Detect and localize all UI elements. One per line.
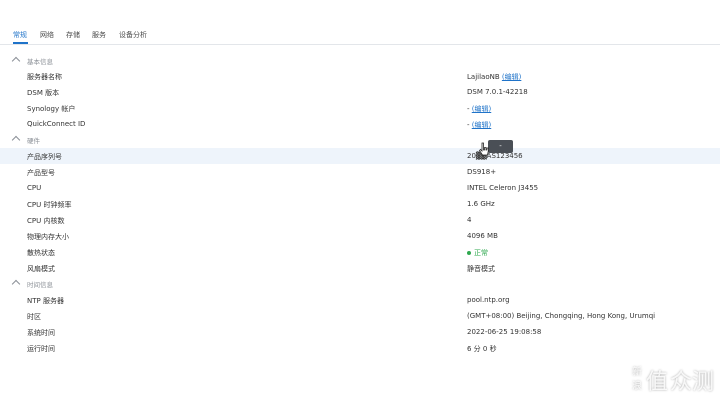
quickconnect-value: - xyxy=(467,121,470,129)
row-value: 20▓▓AS123456 xyxy=(467,152,523,160)
row-label: NTP 服务器 xyxy=(27,297,64,305)
watermark-char: 浪 xyxy=(632,381,642,392)
server-name-value: LajilaoNB xyxy=(467,73,500,81)
row-value: 4096 MB xyxy=(467,232,498,240)
section-title: 基本信息 xyxy=(27,58,53,66)
status-ok-icon xyxy=(467,251,471,255)
info-row-uptime: 运行时间 6 分 0 秒 xyxy=(0,340,720,356)
row-label: 时区 xyxy=(27,313,41,321)
info-row-cpu-clock: CPU 时钟频率 1.6 GHz xyxy=(0,196,720,212)
watermark-char: 新 xyxy=(632,367,642,378)
info-row-cpu-cores: CPU 内核数 4 xyxy=(0,212,720,228)
tab-general[interactable]: 常规 xyxy=(13,30,27,40)
row-label: 散热状态 xyxy=(27,249,55,257)
info-row-thermal: 散热状态 正常 xyxy=(0,244,720,260)
info-row-serial: 产品序列号 20▓▓AS123456 xyxy=(0,148,720,164)
chevron-up-icon xyxy=(11,135,21,145)
row-value: 1.6 GHz xyxy=(467,200,495,208)
edit-server-name-link[interactable]: (编辑) xyxy=(502,73,521,81)
tab-services[interactable]: 服务 xyxy=(92,30,106,40)
info-row-system-time: 系统时间 2022-06-25 19:08:58 xyxy=(0,324,720,340)
row-value: LajilaoNB (编辑) xyxy=(467,72,521,82)
row-label: DSM 版本 xyxy=(27,89,60,97)
row-value: 正常 xyxy=(467,248,488,258)
row-value: 静音模式 xyxy=(467,265,495,273)
info-row-dsm-version: DSM 版本 DSM 7.0.1-42218 xyxy=(0,84,720,100)
row-value: - (编辑) xyxy=(467,104,491,114)
row-label: 物理内存大小 xyxy=(27,233,69,241)
hand-cursor-icon xyxy=(478,142,489,156)
row-label: QuickConnect ID xyxy=(27,120,86,128)
tab-bar: 常规 网络 存储 服务 设备分析 xyxy=(0,26,720,45)
row-label: 运行时间 xyxy=(27,345,55,353)
row-value: DS918+ xyxy=(467,168,497,176)
row-value: 4 xyxy=(467,216,472,224)
account-value: - xyxy=(467,105,470,113)
info-row-cpu: CPU INTEL Celeron J3455 xyxy=(0,180,720,196)
watermark-logo: 新 浪 值 众测 xyxy=(632,362,716,402)
section-title: 时间信息 xyxy=(27,281,53,289)
edit-quickconnect-link[interactable]: (编辑) xyxy=(472,121,491,129)
row-label: CPU 内核数 xyxy=(27,217,65,225)
row-value: DSM 7.0.1-42218 xyxy=(467,88,528,96)
active-tab-indicator xyxy=(13,42,28,44)
row-label: 产品序列号 xyxy=(27,153,62,161)
row-value: pool.ntp.org xyxy=(467,296,510,304)
edit-account-link[interactable]: (编辑) xyxy=(472,105,491,113)
row-value: (GMT+08:00) Beijing, Chongqing, Hong Kon… xyxy=(467,312,656,320)
tab-network[interactable]: 网络 xyxy=(40,30,54,40)
row-value: - (编辑) xyxy=(467,120,491,130)
row-label: 风扇模式 xyxy=(27,265,55,273)
row-label: 系统时间 xyxy=(27,329,55,337)
info-row-ntp: NTP 服务器 pool.ntp.org xyxy=(0,292,720,308)
info-row-memory: 物理内存大小 4096 MB xyxy=(0,228,720,244)
chevron-up-icon xyxy=(11,56,21,66)
section-header-time[interactable]: 时间信息 xyxy=(0,276,720,292)
row-value: 2022-06-25 19:08:58 xyxy=(467,328,542,336)
tab-storage[interactable]: 存储 xyxy=(66,30,80,40)
thermal-status-text: 正常 xyxy=(474,249,488,257)
watermark-char: 众测 xyxy=(670,370,715,395)
info-row-fan-mode: 风扇模式 静音模式 xyxy=(0,260,720,276)
info-row-timezone: 时区 (GMT+08:00) Beijing, Chongqing, Hong … xyxy=(0,308,720,324)
row-value: 6 分 0 秒 xyxy=(467,345,497,353)
tab-device-analysis[interactable]: 设备分析 xyxy=(119,30,147,40)
row-label: 产品型号 xyxy=(27,169,55,177)
section-header-hardware[interactable]: 硬件 xyxy=(0,132,720,148)
info-row-server-name: 服务器名称 LajilaoNB (编辑) xyxy=(0,68,720,84)
info-row-model: 产品型号 DS918+ xyxy=(0,164,720,180)
row-label: 服务器名称 xyxy=(27,73,62,81)
section-title: 硬件 xyxy=(27,137,40,145)
tooltip: - xyxy=(488,140,513,153)
chevron-up-icon xyxy=(11,279,21,289)
row-label: CPU 时钟频率 xyxy=(27,201,72,209)
info-row-synology-account: Synology 帐户 - (编辑) xyxy=(0,100,720,116)
row-label: Synology 帐户 xyxy=(27,105,76,113)
section-header-basic[interactable]: 基本信息 xyxy=(0,53,720,69)
row-value: INTEL Celeron J3455 xyxy=(467,184,539,192)
info-row-quickconnect: QuickConnect ID - (编辑) xyxy=(0,116,720,132)
row-label: CPU xyxy=(27,184,42,192)
window-top-area xyxy=(0,0,720,20)
watermark-char: 值 xyxy=(646,370,669,395)
